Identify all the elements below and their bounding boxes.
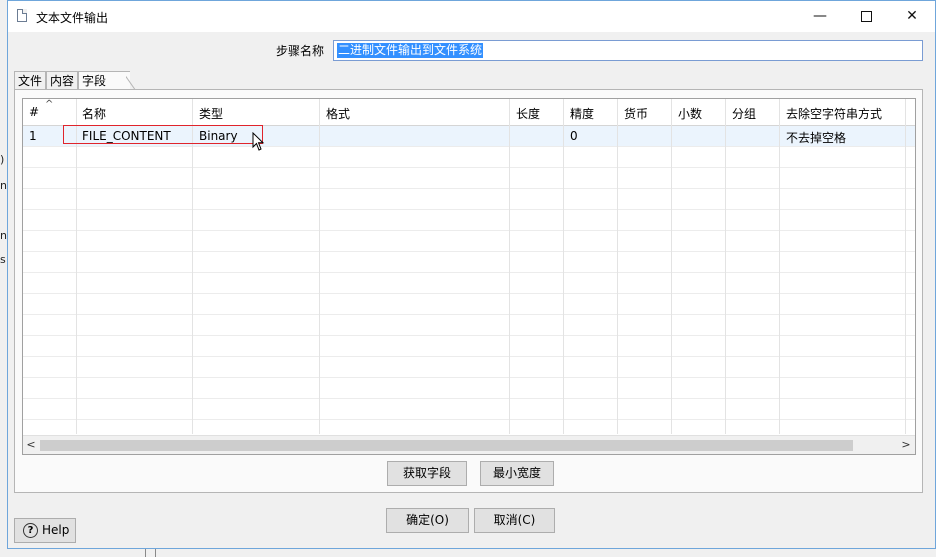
document-icon [17, 9, 27, 22]
column-header-index[interactable]: # [29, 105, 39, 119]
minimize-button[interactable]: — [797, 1, 843, 32]
column-header-length[interactable]: 长度 [516, 105, 540, 122]
row-divider [23, 293, 915, 294]
help-icon: ? [23, 523, 38, 538]
column-divider [192, 99, 193, 434]
column-header-type[interactable]: 类型 [199, 105, 223, 122]
cancel-button[interactable]: 取消(C) [474, 508, 555, 533]
row-divider [23, 272, 915, 273]
column-header-group[interactable]: 分组 [732, 105, 756, 122]
background-text-fragment: n [0, 179, 7, 192]
maximize-icon [860, 10, 872, 22]
table-cell-precision[interactable]: 0 [570, 129, 578, 143]
help-button[interactable]: ? Help [14, 518, 76, 543]
scrollbar-thumb[interactable] [40, 440, 853, 451]
row-divider [23, 335, 915, 336]
minimize-icon: — [813, 8, 827, 24]
row-divider [23, 356, 915, 357]
column-divider [617, 99, 618, 434]
row-divider [23, 167, 915, 168]
column-divider [319, 99, 320, 434]
row-divider [23, 419, 915, 420]
step-name-value: 二进制文件输出到文件系统 [337, 43, 484, 58]
get-fields-button[interactable]: 获取字段 [387, 461, 467, 486]
window-title: 文本文件输出 [36, 11, 109, 25]
background-text-fragment: ) [0, 153, 5, 166]
tab-file[interactable]: 文件 [14, 71, 46, 90]
scroll-right-icon[interactable]: > [899, 438, 913, 451]
column-divider [671, 99, 672, 434]
row-divider [23, 146, 915, 147]
dialog-window: 文本文件输出 — ✕ 步骤名称 二进制文件输出到文件系统 文件 内容 字段 ^ … [7, 0, 936, 549]
background-app-bottom [0, 549, 936, 557]
table-cell-trim-type[interactable]: 不去掉空格 [786, 129, 846, 146]
min-width-button[interactable]: 最小宽度 [480, 461, 554, 486]
column-header-name[interactable]: 名称 [82, 105, 106, 122]
column-divider [779, 99, 780, 434]
tab-fields-edge [126, 71, 138, 90]
tab-fields[interactable]: 字段 [78, 71, 130, 90]
column-header-decimal[interactable]: 小数 [678, 105, 702, 122]
column-divider [563, 99, 564, 434]
column-divider [905, 99, 906, 434]
help-label: Help [42, 523, 70, 537]
column-header-format[interactable]: 格式 [326, 105, 350, 122]
row-divider [23, 398, 915, 399]
table-cell-index[interactable]: 1 [29, 129, 37, 143]
column-header-precision[interactable]: 精度 [570, 105, 594, 122]
column-divider [76, 99, 77, 434]
maximize-button[interactable] [843, 1, 889, 32]
column-header-currency[interactable]: 货币 [624, 105, 648, 122]
title-bar[interactable]: 文本文件输出 — ✕ [8, 1, 935, 32]
scroll-left-icon[interactable]: < [24, 438, 38, 451]
background-text-fragment: s [0, 253, 6, 266]
sort-caret-icon[interactable]: ^ [45, 99, 53, 110]
horizontal-scrollbar[interactable]: < > [23, 435, 915, 454]
step-name-input[interactable]: 二进制文件输出到文件系统 [333, 40, 923, 61]
close-button[interactable]: ✕ [889, 1, 935, 32]
highlight-annotation-box [63, 125, 263, 144]
ok-button[interactable]: 确定(O) [386, 508, 469, 533]
tab-content[interactable]: 内容 [46, 71, 78, 90]
close-icon: ✕ [906, 8, 918, 24]
row-divider [23, 209, 915, 210]
column-header-trim-type[interactable]: 去除空字符串方式 [786, 105, 882, 122]
row-divider [23, 377, 915, 378]
row-divider [23, 230, 915, 231]
step-name-label: 步骤名称 [276, 44, 325, 58]
row-divider [23, 314, 915, 315]
fields-tab-panel: ^ # 名称 类型 格式 长度 精度 货币 小数 分组 去除空字符串方式 1 F… [14, 89, 923, 493]
row-divider [23, 188, 915, 189]
column-divider [725, 99, 726, 434]
mouse-pointer-icon [252, 132, 265, 151]
row-divider [23, 251, 915, 252]
column-divider [509, 99, 510, 434]
fields-table[interactable]: ^ # 名称 类型 格式 长度 精度 货币 小数 分组 去除空字符串方式 1 F… [22, 98, 916, 455]
